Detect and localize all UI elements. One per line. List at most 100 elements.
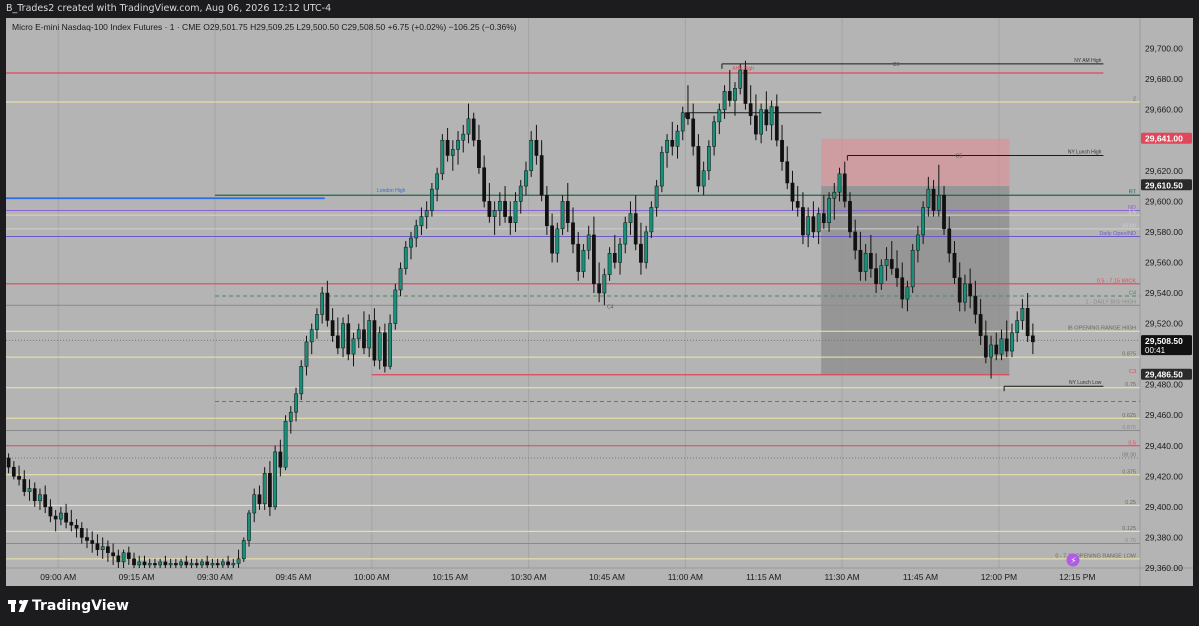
level-label: 0.375 — [1122, 469, 1136, 475]
candle-body — [341, 323, 345, 349]
candle-body — [435, 173, 439, 190]
candle-body — [983, 335, 988, 358]
candle-body — [717, 109, 722, 123]
candle-body — [978, 314, 983, 337]
tradingview-logo[interactable]: TradingView — [8, 598, 129, 614]
candle-body — [769, 106, 774, 126]
y-tick-label: 29,520.00 — [1145, 319, 1183, 329]
candle-body — [503, 201, 507, 217]
candle-body — [304, 341, 309, 367]
candle-body — [283, 421, 288, 468]
candle-body — [215, 563, 220, 566]
candle-body — [869, 253, 873, 269]
candle-body — [440, 139, 445, 175]
candle-body — [194, 563, 199, 566]
price-badge-label: 29,486.50 — [1145, 370, 1183, 380]
candle-body — [675, 130, 680, 147]
segment-mid-label: C6 — [893, 62, 900, 68]
candle-body — [691, 118, 696, 147]
y-tick-label: 29,560.00 — [1145, 257, 1183, 267]
candle-body — [513, 201, 518, 223]
candle-body — [529, 139, 534, 172]
price-badge-label: 29,641.00 — [1145, 134, 1183, 144]
y-tick-label: 29,480.00 — [1145, 380, 1183, 390]
candle-body — [116, 555, 121, 563]
x-tick-label: 10:00 AM — [354, 572, 390, 582]
replay-icon[interactable]: ⚡ — [1066, 553, 1080, 567]
candle-body — [231, 563, 236, 566]
candle-body — [247, 512, 251, 541]
level-label: Daily Open/ND — [1099, 231, 1136, 237]
candle-body — [445, 139, 450, 156]
candle-body — [309, 329, 314, 343]
price-chart[interactable]: 2RTND1.500:00Daily Open/ND0.5 - 7.15 WIC… — [6, 18, 1193, 586]
level-label: 0.75 — [1125, 538, 1136, 544]
candle-body — [921, 207, 925, 236]
candle-body — [325, 292, 330, 321]
chart-annotation: C4 — [607, 304, 614, 310]
candle-body — [644, 231, 649, 263]
candle-body — [273, 451, 277, 508]
x-tick-label: 10:30 AM — [511, 572, 547, 582]
segment-label: NY Lunch High — [1068, 150, 1102, 156]
candle-body — [743, 69, 748, 104]
candle-body — [221, 561, 225, 566]
candle-body — [27, 488, 32, 492]
candle-body — [968, 283, 973, 297]
candle-body — [398, 268, 403, 291]
y-tick-label: 29,420.00 — [1145, 471, 1183, 481]
level-label: 1 - DAILY BISI HIGH — [1085, 300, 1136, 306]
candle-body — [482, 167, 487, 202]
candle-body — [487, 201, 492, 217]
level-label: 0.75 — [1125, 382, 1136, 388]
candle-body — [11, 466, 16, 477]
candle-body — [43, 494, 48, 508]
candle-body — [393, 289, 398, 324]
svg-text:⚡: ⚡ — [1070, 557, 1076, 567]
candle-body — [189, 563, 194, 566]
candle-body — [545, 194, 549, 227]
candle-body — [377, 332, 382, 361]
candle-body — [889, 259, 894, 269]
candle-body — [774, 106, 779, 141]
candle-body — [754, 115, 758, 135]
segment-label: NY Lunch Low — [1069, 380, 1102, 386]
candle-body — [205, 561, 210, 566]
y-tick-label: 29,440.00 — [1145, 441, 1183, 451]
candle-body — [806, 216, 811, 236]
candle-body — [801, 207, 805, 236]
candle-body — [879, 265, 884, 285]
candle-body — [126, 552, 131, 560]
candle-body — [409, 237, 413, 248]
candle-body — [497, 201, 502, 211]
candle-body — [612, 253, 617, 263]
x-tick-label: 11:15 AM — [746, 572, 781, 582]
segment-label: NY AM High — [1074, 58, 1101, 64]
brand-label: TradingView — [32, 598, 129, 614]
candle-body — [686, 112, 690, 120]
candle-body — [64, 512, 68, 523]
candle-body — [351, 338, 356, 355]
y-tick-label: 29,460.00 — [1145, 410, 1183, 420]
candle-body — [38, 494, 42, 502]
candle-body — [905, 286, 910, 300]
candle-body — [1025, 308, 1030, 337]
candle-body — [973, 295, 978, 315]
candle-body — [738, 69, 743, 89]
candle-body — [649, 207, 654, 233]
level-label: 00:00 — [1122, 223, 1136, 229]
level-label: 2 — [1133, 97, 1136, 103]
candle-body — [59, 512, 63, 520]
candle-body — [471, 118, 476, 141]
candle-body — [163, 561, 168, 566]
candle-body — [936, 194, 941, 211]
candle-body — [827, 198, 831, 223]
candle-body — [795, 201, 800, 208]
candle-body — [32, 488, 37, 502]
candle-body — [597, 283, 601, 294]
candle-body — [659, 152, 664, 187]
candle-body — [257, 494, 262, 505]
zones — [821, 138, 1010, 375]
candle-body — [994, 344, 999, 355]
x-tick-label: 09:00 AM — [40, 572, 76, 582]
